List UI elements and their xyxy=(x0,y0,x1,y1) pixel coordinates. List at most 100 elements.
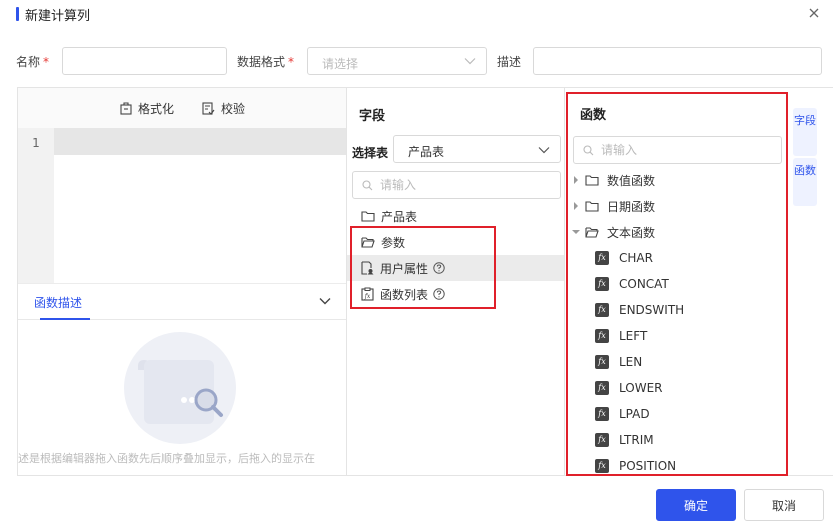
function-item-label: CONCAT xyxy=(619,277,669,291)
desc-input[interactable] xyxy=(533,47,822,75)
caret-down-icon xyxy=(571,229,581,235)
function-item[interactable]: fx LEN xyxy=(595,349,642,375)
editor-toolbar: 格式化 校验 xyxy=(18,88,346,128)
validate-button[interactable]: 校验 xyxy=(202,100,245,116)
folder-icon xyxy=(585,200,599,212)
format-icon xyxy=(120,101,132,115)
validate-button-label: 校验 xyxy=(221,101,246,116)
function-group-date[interactable]: 日期函数 xyxy=(571,193,655,219)
fx-icon: fx xyxy=(595,277,609,291)
field-item-product-table[interactable]: 产品表 xyxy=(347,203,564,229)
function-item[interactable]: fx POSITION xyxy=(595,453,676,479)
user-attr-icon xyxy=(361,261,374,275)
fx-icon: fx xyxy=(595,303,609,317)
function-item[interactable]: fx LPAD xyxy=(595,401,650,427)
function-item-label: ENDSWITH xyxy=(619,303,685,317)
fx-icon: fx xyxy=(595,407,609,421)
close-icon[interactable] xyxy=(807,6,821,20)
desc-label: 描述 xyxy=(497,55,522,69)
format-button-label: 格式化 xyxy=(138,101,175,116)
fields-pane: 字段 选择表 产品表 产品表 参数 用户属性 xyxy=(347,88,565,475)
validate-icon xyxy=(202,101,215,115)
fx-icon: fx xyxy=(595,329,609,343)
code-editor[interactable] xyxy=(54,155,346,283)
format-select[interactable]: 请选择 xyxy=(307,47,487,75)
tab-function-desc[interactable]: 函数描述 xyxy=(34,294,82,311)
function-group-label: 文本函数 xyxy=(607,225,656,240)
function-item[interactable]: fx LEFT xyxy=(595,323,647,349)
function-item-label: LEFT xyxy=(619,329,648,343)
active-line[interactable] xyxy=(54,128,346,155)
name-label: 名称 * xyxy=(16,55,50,69)
help-icon[interactable] xyxy=(433,262,445,274)
function-item-label: LTRIM xyxy=(619,433,654,447)
function-item[interactable]: fx CHAR xyxy=(595,245,653,271)
function-group-label: 数值函数 xyxy=(607,173,656,188)
dialog-title-bar: 新建计算列 xyxy=(0,0,833,30)
function-group-text[interactable]: 文本函数 xyxy=(571,219,655,245)
field-item-params[interactable]: 参数 xyxy=(347,229,564,255)
name-input[interactable] xyxy=(62,47,227,75)
table-select-label: 选择表 xyxy=(352,146,389,160)
functions-pane: 函数 数值函数 日期函数 文本函数 fxCHARfxCONCATfxENDSWI xyxy=(565,88,787,475)
side-tab-fields[interactable]: 字段 xyxy=(793,108,817,156)
folder-icon xyxy=(585,174,599,186)
field-item-label: 用户属性 xyxy=(380,261,429,276)
function-item-label: POSITION xyxy=(619,459,677,473)
function-item-label: LEN xyxy=(619,355,643,369)
field-item-label: 产品表 xyxy=(381,209,418,224)
empty-hint-text: 述是根据编辑器拖入函数先后顺序叠加显示，后拖入的显示在 xyxy=(18,452,315,465)
caret-right-icon xyxy=(571,176,581,184)
fx-icon: fx xyxy=(595,251,609,265)
confirm-button[interactable]: 确定 xyxy=(656,489,736,521)
field-search-input[interactable] xyxy=(380,176,520,194)
empty-illustration xyxy=(124,332,236,444)
format-label: 数据格式 * xyxy=(237,55,295,69)
field-item-function-list[interactable]: fx 函数列表 xyxy=(347,281,564,307)
format-button[interactable]: 格式化 xyxy=(120,100,174,116)
cancel-button[interactable]: 取消 xyxy=(744,489,824,521)
function-item-label: CHAR xyxy=(619,251,653,265)
fx-icon: fx xyxy=(595,459,609,473)
field-item-label: 函数列表 xyxy=(380,287,429,302)
tab-underline xyxy=(40,318,90,320)
title-accent-bar xyxy=(16,7,19,21)
search-icon xyxy=(583,145,594,156)
new-calculated-column-dialog: 新建计算列 名称 * 数据格式 * 请选择 描述 格式化 校验 1 函数描述 述… xyxy=(0,0,833,530)
field-search xyxy=(352,171,561,199)
dialog-title: 新建计算列 xyxy=(25,9,91,24)
fx-icon: fx xyxy=(595,433,609,447)
function-list-icon: fx xyxy=(361,287,374,301)
fields-title: 字段 xyxy=(359,109,386,124)
fx-icon: fx xyxy=(595,381,609,395)
line-number: 1 xyxy=(32,136,40,150)
field-item-user-attributes[interactable]: 用户属性 xyxy=(347,255,564,281)
main-panel: 格式化 校验 1 函数描述 述是根据编辑器拖入函数先后顺序叠加显示，后拖入的显示… xyxy=(17,87,833,476)
chevron-down-icon xyxy=(538,147,550,154)
function-group-numeric[interactable]: 数值函数 xyxy=(571,167,655,193)
chevron-down-icon xyxy=(464,58,476,65)
svg-text:fx: fx xyxy=(364,293,371,300)
function-item[interactable]: fx LTRIM xyxy=(595,427,654,453)
chevron-down-icon[interactable] xyxy=(318,294,332,308)
fx-icon: fx xyxy=(595,355,609,369)
functions-title: 函数 xyxy=(580,108,607,123)
function-item-label: LOWER xyxy=(619,381,663,395)
function-item[interactable]: fx CONCAT xyxy=(595,271,669,297)
side-tab-functions[interactable]: 函数 xyxy=(793,158,817,206)
function-item[interactable]: fx ENDSWITH xyxy=(595,297,684,323)
function-item[interactable]: fx LOWER xyxy=(595,375,663,401)
form-row: 名称 * 数据格式 * 请选择 描述 xyxy=(0,46,833,76)
function-search xyxy=(573,136,782,164)
function-search-input[interactable] xyxy=(601,141,741,159)
help-icon[interactable] xyxy=(433,288,445,300)
field-item-label: 参数 xyxy=(381,235,406,250)
folder-open-icon xyxy=(585,226,599,238)
caret-right-icon xyxy=(571,202,581,210)
function-desc-header: 函数描述 xyxy=(18,283,346,320)
line-gutter xyxy=(18,128,54,283)
table-select[interactable]: 产品表 xyxy=(393,135,561,163)
folder-open-icon xyxy=(361,236,375,248)
table-select-value: 产品表 xyxy=(408,145,445,159)
function-group-label: 日期函数 xyxy=(607,199,656,214)
